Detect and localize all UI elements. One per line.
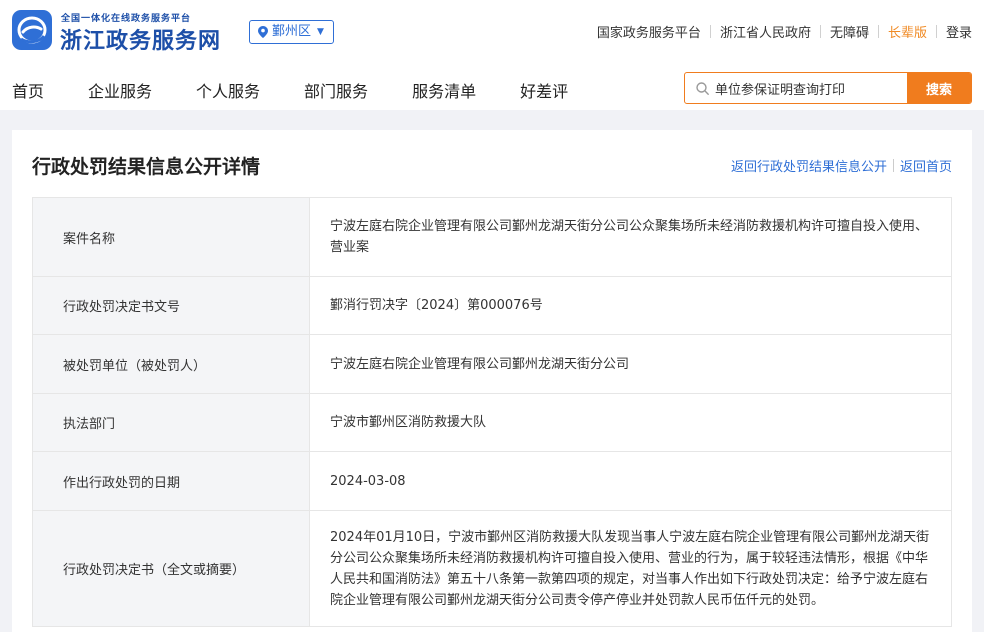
field-label: 被处罚单位（被处罚人） (32, 334, 310, 394)
link-elder-version[interactable]: 长辈版 (888, 22, 927, 41)
logo-mark-icon (17, 16, 47, 44)
field-value: 宁波市鄞州区消防救援大队 (309, 393, 952, 452)
divider (709, 25, 711, 38)
search-bar: 搜索 (684, 72, 972, 104)
region-label: 鄞州区 (272, 24, 312, 39)
site-logo[interactable] (12, 10, 52, 50)
table-row: 作出行政处罚的日期 2024-03-08 (32, 451, 952, 511)
back-to-list-link[interactable]: 返回行政处罚结果信息公开 (731, 156, 887, 175)
nav-item-department[interactable]: 部门服务 (304, 78, 368, 102)
site-header: 全国一体化在线政务服务平台 浙江政务服务网 鄞州区 ▼ 国家政务服务平台 浙江省… (0, 0, 984, 110)
table-row: 被处罚单位（被处罚人） 宁波左庭右院企业管理有限公司鄞州龙湖天街分公司 (32, 334, 952, 394)
table-row: 执法部门 宁波市鄞州区消防救援大队 (32, 393, 952, 452)
divider (877, 25, 879, 38)
site-name[interactable]: 浙江政务服务网 (60, 23, 221, 55)
search-button[interactable]: 搜索 (907, 73, 971, 103)
field-value: 宁波左庭右院企业管理有限公司鄞州龙湖天街分公司 (309, 334, 952, 394)
field-value: 鄞消行罚决字〔2024〕第000076号 (309, 276, 952, 335)
field-label: 案件名称 (32, 197, 310, 277)
detail-card: 行政处罚结果信息公开详情 返回行政处罚结果信息公开 返回首页 案件名称 宁波左庭… (12, 130, 972, 632)
link-provincial-government[interactable]: 浙江省人民政府 (720, 22, 811, 41)
table-row: 行政处罚决定书文号 鄞消行罚决字〔2024〕第000076号 (32, 276, 952, 335)
field-label: 执法部门 (32, 393, 310, 452)
search-input[interactable] (715, 73, 905, 103)
field-value: 2024年01月10日，宁波市鄞州区消防救援大队发现当事人宁波左庭右院企业管理有… (309, 510, 952, 627)
back-to-home-link[interactable]: 返回首页 (900, 156, 952, 175)
field-value: 2024-03-08 (309, 451, 952, 511)
link-national-platform[interactable]: 国家政务服务平台 (597, 22, 701, 41)
table-row: 行政处罚决定书（全文或摘要） 2024年01月10日，宁波市鄞州区消防救援大队发… (32, 510, 952, 627)
nav-item-enterprise[interactable]: 企业服务 (88, 78, 152, 102)
divider (935, 25, 937, 38)
back-links: 返回行政处罚结果信息公开 返回首页 (731, 156, 952, 175)
nav-item-rating[interactable]: 好差评 (520, 78, 568, 102)
divider (819, 25, 821, 38)
login-link[interactable]: 登录 (946, 22, 972, 41)
field-label: 行政处罚决定书文号 (32, 276, 310, 335)
detail-table: 案件名称 宁波左庭右院企业管理有限公司鄞州龙湖天街分公司公众聚集场所未经消防救援… (32, 197, 952, 627)
caret-down-icon: ▼ (317, 27, 324, 37)
region-selector[interactable]: 鄞州区 ▼ (249, 20, 334, 44)
field-label: 作出行政处罚的日期 (32, 451, 310, 511)
nav-item-service-list[interactable]: 服务清单 (412, 78, 476, 102)
search-icon (696, 82, 709, 95)
nav-item-personal[interactable]: 个人服务 (196, 78, 260, 102)
top-links: 国家政务服务平台 浙江省人民政府 无障碍 长辈版 登录 (597, 22, 972, 41)
field-value: 宁波左庭右院企业管理有限公司鄞州龙湖天街分公司公众聚集场所未经消防救援机构许可擅… (309, 197, 952, 277)
field-label: 行政处罚决定书（全文或摘要） (32, 510, 310, 627)
divider (892, 159, 894, 172)
main-nav: 首页 企业服务 个人服务 部门服务 服务清单 好差评 (12, 78, 568, 102)
nav-item-home[interactable]: 首页 (12, 78, 44, 102)
page-title: 行政处罚结果信息公开详情 (32, 156, 261, 178)
link-accessibility[interactable]: 无障碍 (830, 22, 869, 41)
table-row: 案件名称 宁波左庭右院企业管理有限公司鄞州龙湖天街分公司公众聚集场所未经消防救援… (32, 197, 952, 277)
location-pin-icon (258, 26, 268, 38)
